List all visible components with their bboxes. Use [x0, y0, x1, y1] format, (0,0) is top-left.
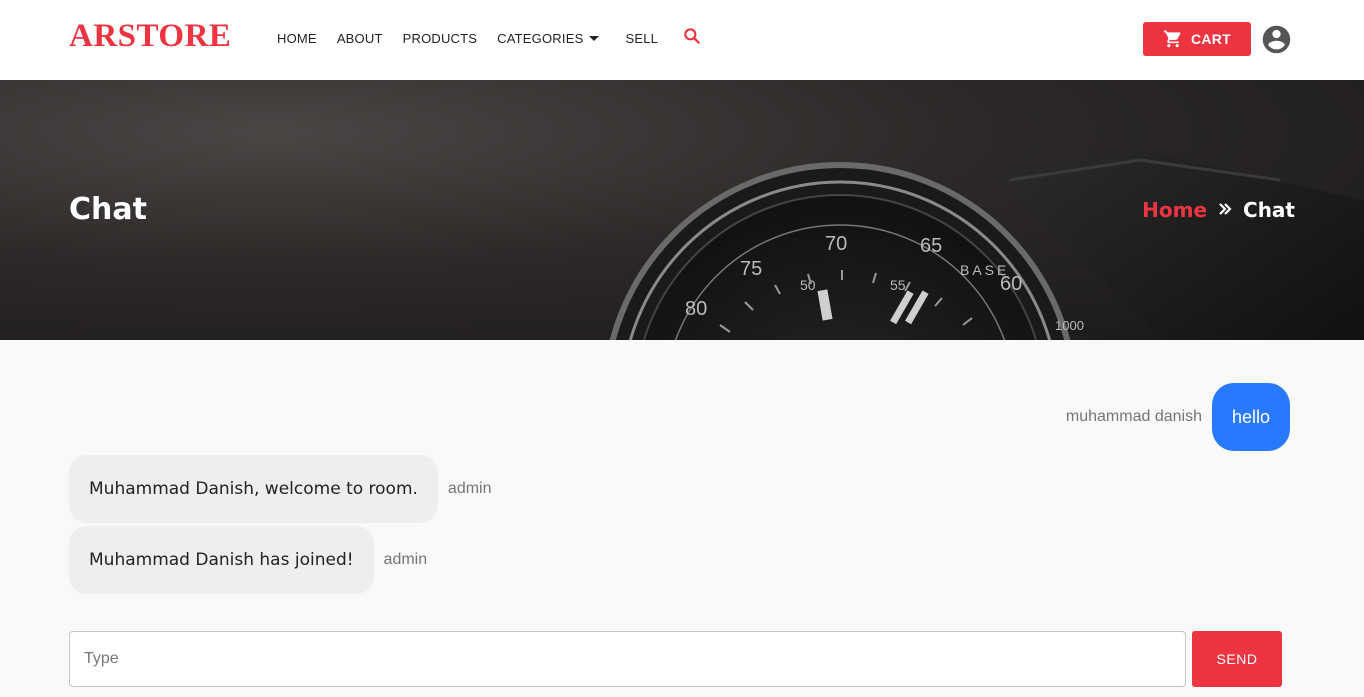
account-circle-icon[interactable] — [1260, 23, 1293, 56]
search-icon[interactable] — [682, 26, 702, 51]
breadcrumb-home[interactable]: Home — [1142, 198, 1207, 222]
nav-products[interactable]: PRODUCTS — [403, 31, 478, 46]
nav-about[interactable]: ABOUT — [337, 31, 383, 46]
cart-label: CART — [1190, 31, 1232, 47]
svg-text:50: 50 — [800, 277, 816, 293]
breadcrumb-current: Chat — [1243, 198, 1295, 222]
chat-message-own: muhammad danish hello — [1066, 383, 1290, 451]
nav-categories-label: CATEGORIES — [497, 30, 584, 46]
message-bubble: Muhammad Danish has joined! — [69, 526, 374, 594]
nav-links: HOME ABOUT PRODUCTS CATEGORIES SELL — [277, 27, 702, 47]
message-sender: admin — [383, 551, 428, 568]
svg-text:55: 55 — [890, 277, 906, 293]
svg-text:1000: 1000 — [1055, 318, 1084, 333]
breadcrumb: Home Chat — [1142, 198, 1295, 222]
nav-home[interactable]: HOME — [277, 31, 317, 46]
double-chevron-right-icon — [1217, 198, 1233, 222]
message-input[interactable] — [69, 631, 1186, 687]
message-bubble: hello — [1211, 383, 1290, 451]
message-sender: muhammad danish — [1065, 408, 1202, 425]
svg-text:70: 70 — [825, 233, 847, 255]
brand-logo[interactable]: ARSTORE — [69, 18, 231, 55]
message-bubble: Muhammad Danish, welcome to room. — [69, 455, 438, 523]
watch-image: 70 65 75 80 60 55 50 BASE 1000 — [609, 150, 1364, 340]
page-title: Chat — [69, 192, 147, 227]
page-banner: 70 65 75 80 60 55 50 BASE 1000 Chat Home… — [0, 80, 1364, 340]
svg-text:65: 65 — [920, 235, 942, 257]
navbar: ARSTORE HOME ABOUT PRODUCTS CATEGORIES S… — [0, 0, 1364, 80]
chat-message-admin: Muhammad Danish, welcome to room. admin — [69, 455, 492, 523]
svg-text:BASE: BASE — [960, 262, 1009, 278]
send-button[interactable]: SEND — [1192, 631, 1282, 687]
nav-sell[interactable]: SELL — [625, 31, 658, 46]
svg-text:80: 80 — [685, 298, 707, 320]
svg-text:75: 75 — [740, 258, 762, 280]
message-sender: admin — [447, 480, 492, 497]
cart-icon — [1163, 30, 1181, 48]
caret-down-icon — [589, 35, 600, 41]
chat-message-admin: Muhammad Danish has joined! admin — [69, 526, 427, 594]
nav-categories[interactable]: CATEGORIES — [497, 30, 600, 46]
cart-button[interactable]: CART — [1143, 22, 1251, 56]
chat-area: muhammad danish hello Muhammad Danish, w… — [0, 340, 1364, 697]
